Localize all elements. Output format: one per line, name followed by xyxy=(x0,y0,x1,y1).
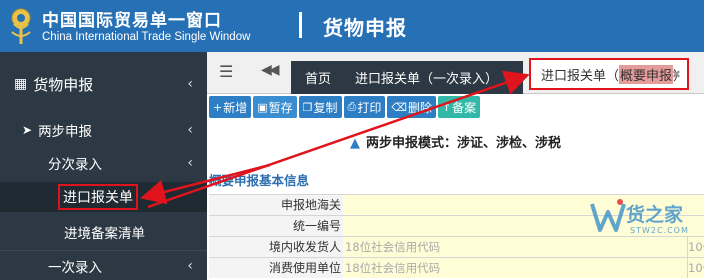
delete-button-label: 删除 xyxy=(407,100,432,115)
section-title: 概要申报基本信息 xyxy=(209,173,310,188)
chevron-left-icon: ‹ xyxy=(187,76,193,92)
print-icon: ⎙ xyxy=(347,100,357,113)
tab-import-single-entry[interactable]: 进口报关单（一次录入） ✖ xyxy=(345,61,523,94)
upload-icon: ↑ xyxy=(441,100,452,114)
sidebar-item-label: 进口报关单 xyxy=(58,184,138,210)
watermark-logo-icon xyxy=(590,199,626,232)
scroll-left-icon[interactable]: ◀◀ xyxy=(261,62,279,78)
menu-icon[interactable]: ☰ xyxy=(219,62,233,81)
copy-button-label: 复制 xyxy=(313,100,338,115)
watermark: 货之家 STW2C.COM xyxy=(586,190,702,246)
main-content: + 新增 ▣ 暂存 ❐ 复制 ⎙ 打印 ⌫ 删除 ↑ 备案 ▲ 两步申报模式：涉证… xyxy=(207,94,704,280)
warning-icon: ▲ xyxy=(349,136,360,151)
sidebar-item-cargo-declaration[interactable]: ▦ 货物申报 ‹ xyxy=(0,66,207,102)
plus-icon: + xyxy=(213,100,223,114)
field-label-consumer-unit: 消费使用单位 xyxy=(209,258,343,278)
sidebar-item-label: 货物申报 xyxy=(33,75,94,94)
trash-icon: ⌫ xyxy=(391,100,407,114)
watermark-text: 货之家 xyxy=(626,204,684,226)
two-step-mode-notice: ▲ 两步申报模式：涉证、涉检、涉税 xyxy=(207,132,704,151)
new-button[interactable]: + 新增 xyxy=(209,96,252,118)
record-button-label: 备案 xyxy=(452,100,477,115)
copy-button[interactable]: ❐ 复制 xyxy=(298,96,342,118)
sidebar-item-label: 两步申报 xyxy=(38,124,93,140)
customs-emblem-icon xyxy=(11,8,31,44)
sidebar-item-two-step[interactable]: ➤ 两步申报 ‹ xyxy=(0,116,207,144)
close-icon[interactable]: ✖ xyxy=(672,68,681,81)
floppy-icon: ▣ xyxy=(257,100,268,114)
new-button-label: 新增 xyxy=(223,100,248,115)
close-icon[interactable]: ✖ xyxy=(506,71,515,84)
tab-bar: ☰ ◀◀ 首页 进口报关单（一次录入） ✖ 进口报关单（ 概要申报） ✖ xyxy=(207,52,704,94)
form-row: 消费使用单位 18位社会信用代码 10位 xyxy=(209,257,704,278)
app-subtitle: China International Trade Single Window xyxy=(42,31,251,43)
tab-label: 进口报关单（一次录入） xyxy=(355,72,499,87)
watermark-url: STW2C.COM xyxy=(630,226,689,235)
sidebar-item-label: 一次录入 xyxy=(48,259,102,276)
sidebar-item-label: 分次录入 xyxy=(48,157,102,173)
field-label-consignee: 境内收发货人 xyxy=(209,237,343,257)
copy-icon: ❐ xyxy=(302,100,313,114)
chevron-left-icon: ‹ xyxy=(187,155,193,171)
sidebar-item-label: 进境备案清单 xyxy=(64,226,145,242)
app-title: 中国国际贸易单一窗口 xyxy=(42,11,222,31)
consumer-unit-credit-code-input[interactable]: 18位社会信用代码 xyxy=(343,258,687,278)
save-button-label: 暂存 xyxy=(268,100,293,115)
module-title: 货物申报 xyxy=(323,16,407,40)
header-divider xyxy=(299,12,302,38)
field-label-unified-number: 统一编号 xyxy=(209,216,343,236)
app-header: 中国国际贸易单一窗口 China International Trade Sin… xyxy=(0,0,704,52)
tab-import-summary-declaration[interactable]: 进口报关单（ 概要申报） ✖ xyxy=(529,58,689,90)
mode-notice-text: 两步申报模式：涉证、涉检、涉税 xyxy=(365,136,561,151)
sidebar-item-import-declaration[interactable]: 进口报关单 xyxy=(0,182,207,212)
tab-label-highlight: 概要申报 xyxy=(619,64,674,84)
record-button[interactable]: ↑ 备案 xyxy=(437,96,481,118)
sidebar-item-single-entry[interactable]: 一次录入 ‹ xyxy=(0,250,207,280)
print-button[interactable]: ⎙ 打印 xyxy=(343,96,386,118)
tab-label: 首页 xyxy=(304,72,331,87)
print-button-label: 打印 xyxy=(357,100,382,115)
tab-label-prefix: 进口报关单（ xyxy=(541,68,620,84)
toolbar: + 新增 ▣ 暂存 ❐ 复制 ⎙ 打印 ⌫ 删除 ↑ 备案 xyxy=(207,96,481,122)
cubes-icon: ▦ xyxy=(14,76,28,92)
save-button[interactable]: ▣ 暂存 xyxy=(253,96,297,118)
sidebar-item-batch-entry[interactable]: 分次录入 ‹ xyxy=(0,150,207,176)
delete-button[interactable]: ⌫ 删除 xyxy=(387,96,436,118)
sidebar-item-entry-record-list[interactable]: 进境备案清单 xyxy=(0,218,207,246)
chevron-left-icon: ‹ xyxy=(187,122,193,138)
consumer-unit-code-input[interactable]: 10位 xyxy=(687,258,704,278)
field-label-declaration-customs: 申报地海关 xyxy=(209,195,343,215)
chevron-left-icon: ‹ xyxy=(187,257,193,274)
arrow-right-icon: ➤ xyxy=(22,123,33,137)
sidebar: ▦ 货物申报 ‹ ➤ 两步申报 ‹ 分次录入 ‹ 进口报关单 进境备案清单 一次… xyxy=(0,52,207,280)
tab-home[interactable]: 首页 xyxy=(291,61,345,94)
